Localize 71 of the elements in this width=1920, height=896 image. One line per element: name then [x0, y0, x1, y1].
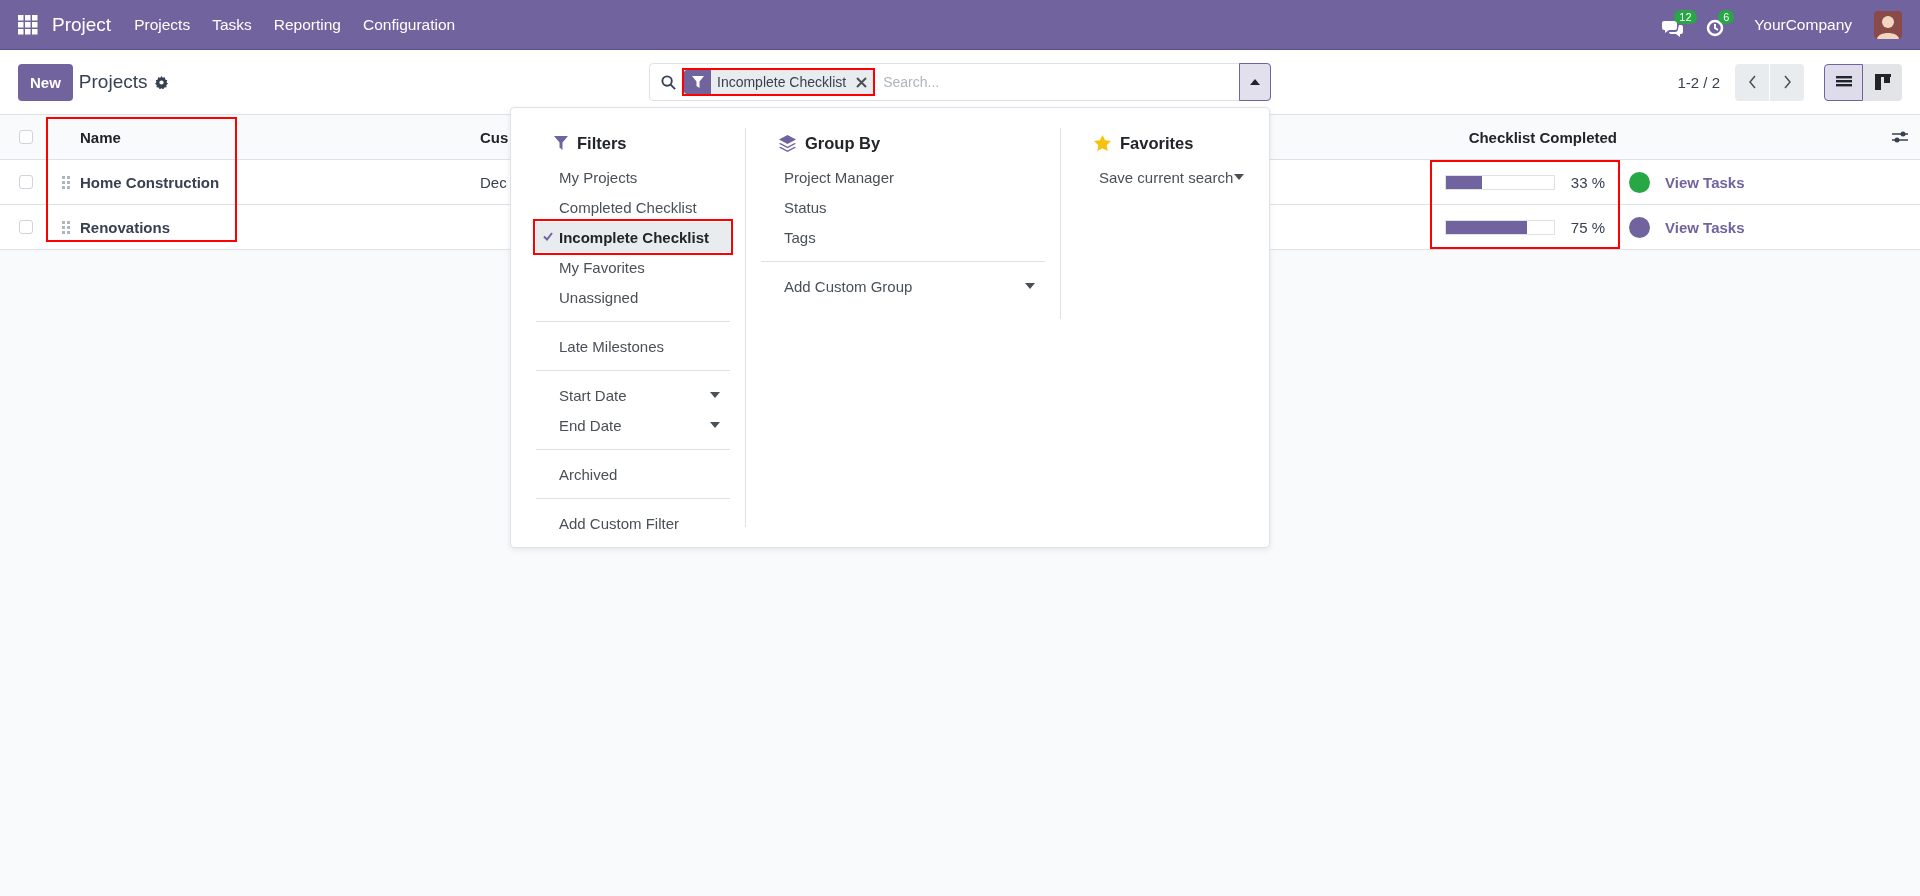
menu-item[interactable]: Reporting [262, 15, 352, 34]
chevron-right-icon [1782, 75, 1792, 89]
pager-value: 1-2 / 2 [1677, 73, 1720, 91]
menu-option[interactable]: End Date [536, 410, 730, 440]
company-name[interactable]: YourCompany [1754, 15, 1852, 34]
kanban-icon [1874, 74, 1891, 90]
count-badge: 12 [1674, 9, 1697, 24]
close-icon[interactable] [856, 76, 868, 88]
optional-columns-icon[interactable] [1892, 130, 1908, 144]
app-name[interactable]: Project [52, 13, 112, 36]
search-field[interactable]: Incomplete Checklist Search... [649, 63, 1271, 101]
search-options-toggle[interactable] [1239, 63, 1271, 101]
menu-option[interactable]: Tags [761, 222, 1045, 252]
settings-icon[interactable] [155, 75, 169, 89]
filter-icon [554, 136, 568, 150]
caret-icon [1234, 174, 1244, 180]
menu-item[interactable]: Configuration [352, 15, 467, 34]
menu-option[interactable]: Archived [536, 459, 730, 489]
table-cell: Home Construction [80, 173, 220, 191]
column-header[interactable]: Name [80, 128, 121, 146]
row-checkbox[interactable] [19, 220, 33, 234]
view-tasks-link[interactable]: View Tasks [1660, 173, 1745, 191]
menu-option[interactable]: My Projects [536, 162, 730, 192]
menu-option[interactable]: Status [761, 192, 1045, 222]
caret-icon [1250, 79, 1260, 85]
table-cell: Renovations [80, 218, 170, 236]
caret-icon [710, 422, 720, 428]
menu-item[interactable]: Projects [123, 15, 202, 34]
new-button[interactable]: New [18, 63, 73, 101]
column-header[interactable]: Checklist Completed [1430, 128, 1620, 146]
menu-option[interactable]: Late Milestones [536, 331, 730, 361]
section-title: Filters [577, 133, 627, 153]
search-icon [661, 74, 676, 90]
select-all-checkbox[interactable] [19, 130, 33, 144]
drag-handle-icon[interactable] [62, 175, 70, 189]
menu-option[interactable]: Completed Checklist [536, 192, 730, 222]
section-title: Group By [805, 133, 881, 153]
percent-value: 33 % [1569, 173, 1605, 191]
view-switch-button[interactable] [1824, 63, 1863, 101]
menu-option[interactable]: Add Custom Filter [536, 508, 730, 538]
drag-handle-icon[interactable] [62, 220, 70, 234]
menu-option[interactable]: Start Date [536, 380, 730, 410]
menu-option[interactable]: Save current search [1076, 162, 1254, 192]
menu-option[interactable]: My Favorites [536, 252, 730, 282]
section-title: Favorites [1120, 133, 1194, 153]
view-tasks-link[interactable]: View Tasks [1660, 218, 1745, 236]
caret-icon [1025, 283, 1035, 289]
clock-icon[interactable] [1706, 18, 1725, 37]
count-badge: 6 [1718, 9, 1735, 24]
menu-option[interactable]: Add Custom Group [761, 271, 1045, 301]
star-icon [1094, 135, 1111, 151]
table-cell: Dec [480, 173, 507, 191]
apps-menu-icon[interactable] [18, 14, 38, 35]
menu-option[interactable]: Unassigned [536, 282, 730, 312]
row-checkbox[interactable] [19, 175, 33, 189]
status-dot[interactable] [1629, 171, 1650, 193]
status-dot[interactable] [1629, 216, 1650, 238]
checkmark-icon [543, 232, 553, 241]
menu-item[interactable]: Tasks [201, 15, 263, 34]
list-icon [1835, 75, 1852, 89]
menu-option[interactable]: Incomplete Checklist [536, 222, 730, 252]
avatar[interactable] [1874, 10, 1902, 39]
layers-icon [779, 134, 796, 152]
caret-icon [710, 392, 720, 398]
breadcrumb: Projects [78, 71, 148, 93]
menu-option[interactable]: Project Manager [761, 162, 1045, 192]
chevron-left-icon [1747, 75, 1757, 89]
filter-icon [691, 76, 704, 88]
percent-value: 75 % [1569, 218, 1605, 236]
view-switch-button[interactable] [1863, 63, 1902, 101]
facet-label: Incomplete Checklist [717, 74, 847, 90]
